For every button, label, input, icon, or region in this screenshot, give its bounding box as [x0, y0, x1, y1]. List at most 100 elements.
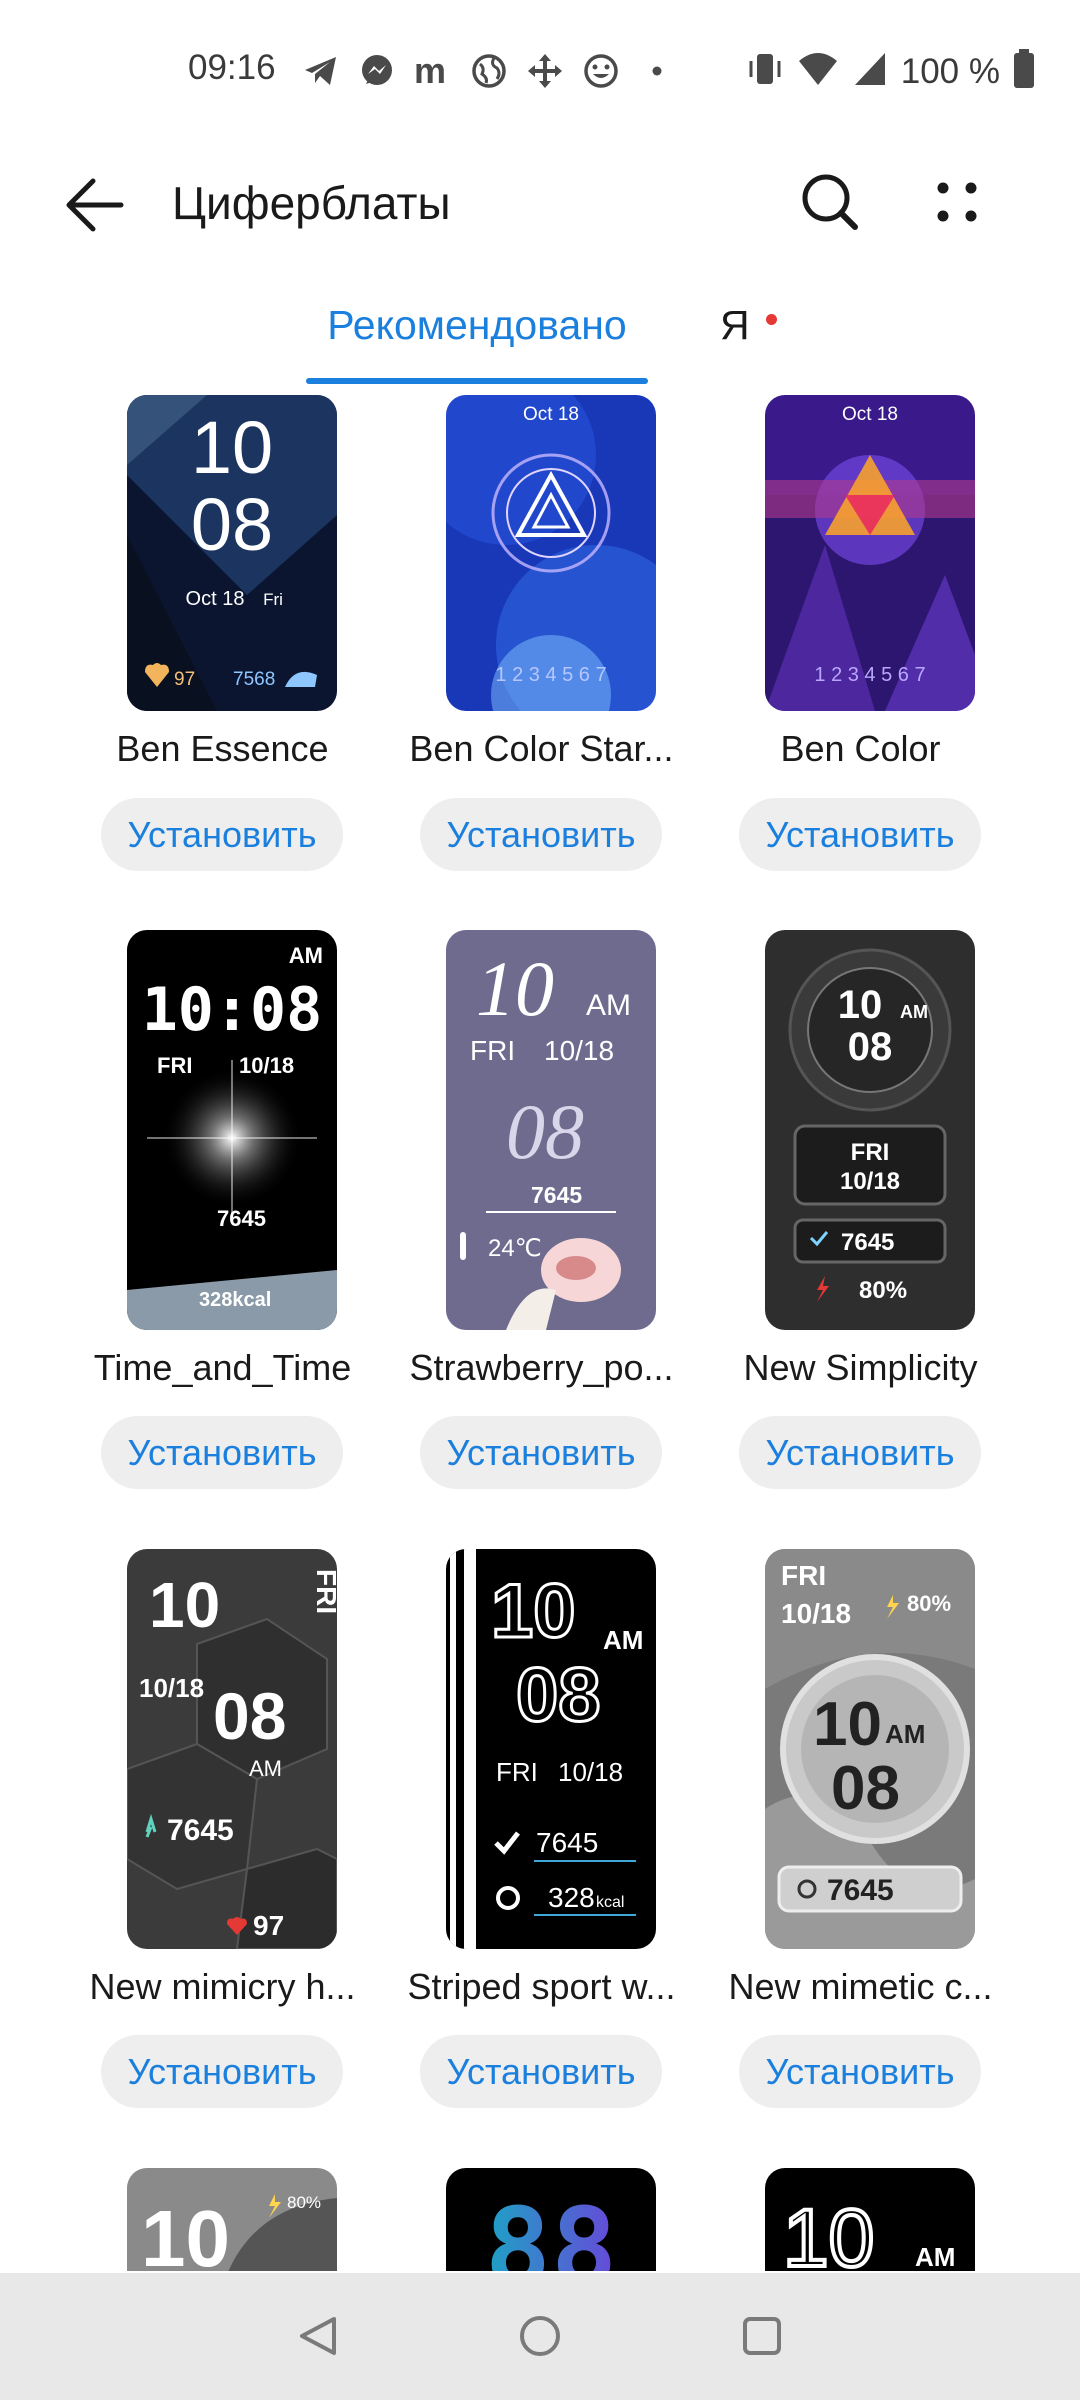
face-ampm: AM: [900, 1002, 928, 1022]
watch-face-preview[interactable]: 10 AM 08 FRI 10/18 7645 328 kcal: [446, 1549, 656, 1949]
telegram-icon: [300, 50, 342, 92]
watch-face-name: Time_and_Time: [93, 1347, 352, 1388]
globe-icon: [468, 50, 510, 92]
app-header: Циферблаты: [0, 140, 1080, 260]
face-battery: 80%: [907, 1591, 951, 1616]
watch-face-preview[interactable]: Oct 18 1 2 3 4 5 6 7: [765, 395, 975, 711]
face-kcal: 328kcal: [199, 1289, 271, 1311]
face-heart: 97: [253, 1910, 284, 1941]
watch-face-name: New mimetic c...: [728, 1966, 993, 2007]
dot-icon: [636, 50, 678, 92]
face-ampm: AM: [603, 1625, 643, 1655]
watch-face-preview[interactable]: AM 10:08 FRI 10/18 7645 328kcal: [127, 930, 337, 1330]
signal-icon: [851, 49, 889, 94]
face-ampm: AM: [289, 943, 323, 968]
face-date: 10/18: [558, 1757, 623, 1787]
face-minute: 08: [831, 1754, 900, 1823]
battery-percentage: 100 %: [900, 51, 1000, 91]
nav-recent-button[interactable]: [727, 2301, 797, 2371]
face-ampm: AM: [915, 2242, 955, 2271]
face-hour: 10: [191, 406, 273, 489]
face-hour: 10: [491, 1569, 576, 1654]
watch-face-preview[interactable]: 10 AM: [765, 2168, 975, 2271]
nav-home-button[interactable]: [505, 2301, 575, 2371]
tab-recommended[interactable]: Рекомендовано: [306, 302, 648, 372]
face-days: 1 2 3 4 5 6 7: [495, 664, 606, 686]
face-steps: 7645: [217, 1206, 266, 1231]
face-day: FRI: [157, 1053, 192, 1078]
face-kcal-unit: kcal: [596, 1894, 624, 1911]
face-day: FRI: [781, 1560, 826, 1591]
face-battery: 80%: [287, 2193, 321, 2212]
face-hour: 10: [783, 2193, 874, 2271]
tab-me[interactable]: Я: [720, 302, 790, 372]
face-steps: 7645: [827, 1874, 894, 1907]
install-button[interactable]: Установить: [420, 798, 662, 871]
face-date: 10/18: [840, 1168, 900, 1195]
watch-face-preview[interactable]: 10 AM FRI 10/18 08 7645 24℃: [446, 930, 656, 1330]
face-steps: 7645: [841, 1229, 894, 1256]
back-button[interactable]: [60, 170, 130, 240]
face-minute: 08: [213, 1679, 286, 1753]
face-kcal: 328: [548, 1882, 595, 1913]
notification-badge: [766, 314, 777, 325]
wifi-icon: [797, 49, 839, 94]
battery-icon: [1012, 48, 1036, 95]
navigation-bar: [0, 2273, 1080, 2400]
install-button[interactable]: Установить: [420, 2035, 662, 2108]
face-day: Fri: [263, 590, 283, 609]
install-button[interactable]: Установить: [420, 1416, 662, 1489]
search-icon: [802, 174, 858, 230]
face-date: 10/18: [239, 1053, 294, 1078]
watch-face-name: Ben Essence: [116, 728, 329, 769]
search-button[interactable]: [795, 167, 865, 237]
page-title: Циферблаты: [172, 177, 451, 229]
tab-bar: Рекомендовано Я: [0, 290, 1080, 390]
more-menu-button[interactable]: [922, 167, 992, 237]
face-day: FRI: [851, 1139, 890, 1166]
face-hour: 10: [476, 945, 554, 1032]
face-ampm: AM: [249, 1756, 282, 1781]
watch-face-preview[interactable]: Oct 18 1 2 3 4 5 6 7: [446, 395, 656, 711]
face-steps: 7645: [531, 1182, 582, 1208]
watch-face-preview[interactable]: 10 08 Oct 18 Fri 97 7568: [127, 395, 337, 711]
face-steps: 7568: [233, 669, 275, 690]
install-button[interactable]: Установить: [101, 798, 343, 871]
face-minute: 08: [506, 1088, 584, 1175]
watch-face-name: Strawberry_po...: [409, 1347, 674, 1388]
install-button[interactable]: Установить: [739, 1416, 981, 1489]
watch-face-preview[interactable]: 10 FRI 10/18 08 AM 7645 97: [127, 1549, 337, 1949]
face-hour: 10: [838, 983, 883, 1027]
watch-face-preview[interactable]: 10 80%: [127, 2168, 337, 2271]
move-icon: [524, 50, 566, 92]
tab-active-indicator: [306, 378, 648, 384]
menu-dots-icon: [937, 182, 977, 222]
face-minute: 08: [516, 1653, 601, 1738]
install-button[interactable]: Установить: [101, 2035, 343, 2108]
watch-face-grid: 10 08 Oct 18 Fri 97 7568 Ben Essence Уст…: [0, 395, 1080, 2271]
nav-home-icon: [520, 2316, 560, 2356]
svg-text:m: m: [414, 52, 446, 90]
nav-back-button[interactable]: [284, 2301, 354, 2371]
face-steps: 7645: [167, 1814, 234, 1847]
install-button[interactable]: Установить: [101, 1416, 343, 1489]
watch-face-preview[interactable]: 10 AM 08 FRI 10/18 7645 80%: [765, 930, 975, 1330]
face-battery: 80%: [859, 1277, 907, 1304]
watch-face-name: New mimicry h...: [89, 1966, 356, 2007]
face-date: Oct 18: [186, 588, 245, 610]
vibrate-icon: [745, 49, 785, 94]
face-date: 10/18: [139, 1673, 204, 1703]
face-ampm: AM: [586, 989, 631, 1022]
back-arrow-icon: [66, 178, 124, 232]
watch-face-preview[interactable]: FRI 10/18 80% 10 AM 08 7645: [765, 1549, 975, 1949]
install-button[interactable]: Установить: [739, 2035, 981, 2108]
install-button[interactable]: Установить: [739, 798, 981, 871]
status-bar: 09:16 m 100 %: [0, 0, 1080, 140]
face-day: FRI: [496, 1757, 538, 1787]
face-time: 10:08: [142, 975, 323, 1045]
face-date: 10/18: [781, 1598, 851, 1629]
system-status-icons: 100 %: [745, 48, 1036, 95]
watch-face-preview[interactable]: 88: [446, 2168, 656, 2271]
face-hour: 10: [813, 1690, 882, 1759]
face-hour: 10: [149, 1569, 220, 1641]
